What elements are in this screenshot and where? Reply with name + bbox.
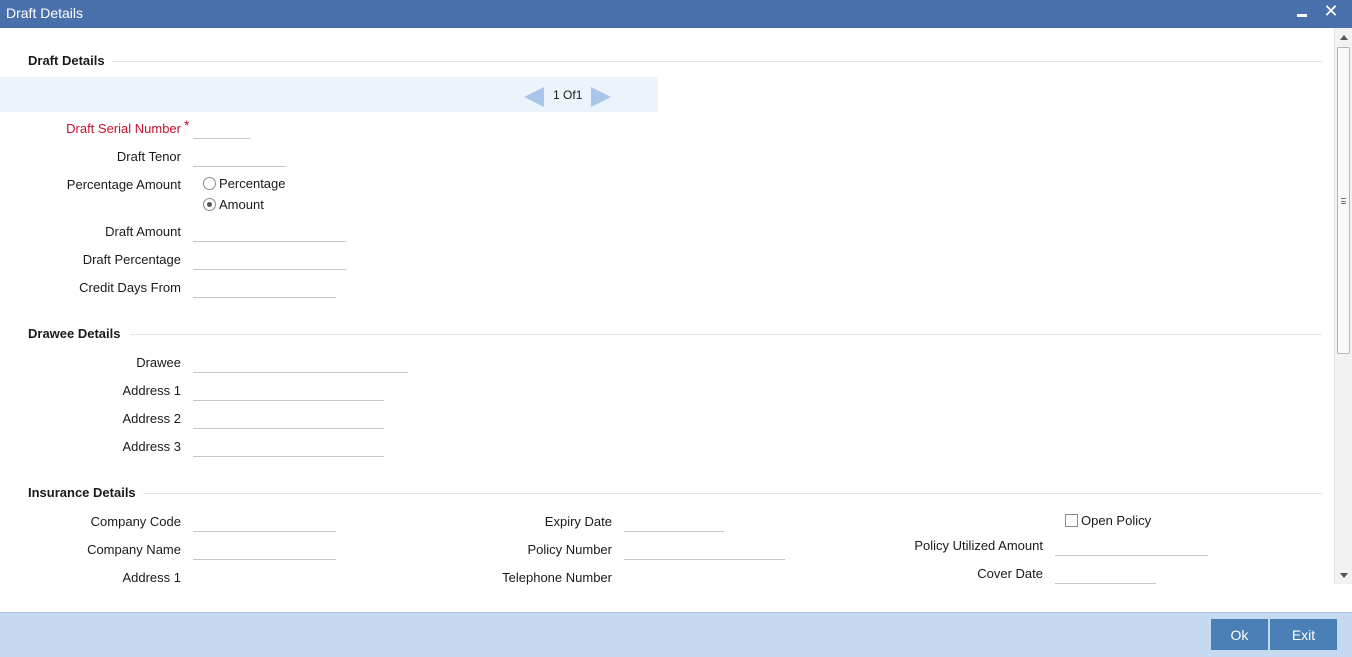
ok-button[interactable]: Ok	[1211, 619, 1268, 650]
draft-serial-number-label: Draft Serial Number	[66, 121, 181, 136]
policy-utilized-amount-label: Policy Utilized Amount	[914, 538, 1043, 553]
grip-icon	[1341, 198, 1346, 204]
cover-date-label: Cover Date	[977, 566, 1043, 581]
pager-of: Of	[563, 88, 576, 102]
expiry-date-input[interactable]	[624, 510, 724, 532]
credit-days-from-label: Credit Days From	[79, 280, 181, 295]
cover-date-input[interactable]	[1055, 562, 1156, 584]
radio-amount-label: Amount	[219, 197, 264, 212]
expiry-date-label: Expiry Date	[544, 514, 612, 529]
pager: 1 Of1	[0, 77, 658, 112]
pager-current: 1	[553, 88, 560, 102]
draft-percentage-input[interactable]	[193, 248, 346, 270]
window-title: Draft Details	[6, 5, 84, 21]
section-title-draft: Draft Details	[28, 53, 105, 68]
draft-amount-input[interactable]	[193, 220, 346, 242]
pager-total: 1	[575, 88, 583, 102]
drawee-address2-label: Address 2	[122, 411, 181, 426]
scroll-up-icon[interactable]	[1340, 35, 1348, 40]
policy-number-label: Policy Number	[527, 542, 612, 557]
drawee-address2-input[interactable]	[193, 407, 384, 429]
minimize-icon[interactable]	[1292, 2, 1312, 24]
open-policy-checkbox[interactable]: Open Policy	[1065, 513, 1151, 528]
section-divider	[130, 334, 1322, 335]
section-divider	[112, 61, 1322, 62]
telephone-number-label: Telephone Number	[502, 570, 612, 585]
drawee-address1-input[interactable]	[193, 379, 384, 401]
section-divider	[143, 493, 1322, 494]
scrollbar-thumb[interactable]	[1337, 47, 1350, 354]
insurance-address1-label: Address 1	[122, 570, 181, 585]
open-policy-label: Open Policy	[1081, 513, 1152, 528]
radio-amount[interactable]: Amount	[203, 197, 264, 212]
policy-utilized-amount-input[interactable]	[1055, 534, 1208, 556]
credit-days-from-input[interactable]	[193, 276, 336, 298]
form-content: Draft Details 1 Of1 Draft Serial Number …	[0, 28, 1334, 612]
company-code-label: Company Code	[90, 514, 181, 529]
drawee-address3-input[interactable]	[193, 435, 384, 457]
section-title-drawee: Drawee Details	[28, 326, 121, 341]
draft-serial-number-input[interactable]	[193, 117, 250, 139]
drawee-address3-label: Address 3	[122, 439, 181, 454]
radio-percentage-label: Percentage	[219, 176, 286, 191]
draft-amount-label: Draft Amount	[105, 224, 181, 239]
open-policy-checkbox-box[interactable]	[1065, 514, 1078, 527]
section-title-insurance: Insurance Details	[28, 485, 136, 500]
close-icon[interactable]: ✕	[1321, 2, 1341, 24]
title-bar: Draft Details ✕	[0, 0, 1352, 28]
draft-tenor-input[interactable]	[193, 145, 286, 167]
footer-bar: Ok Exit	[0, 612, 1352, 657]
drawee-label: Drawee	[136, 355, 181, 370]
company-name-input[interactable]	[193, 538, 336, 560]
required-marker: *	[184, 117, 190, 133]
drawee-input[interactable]	[193, 351, 408, 373]
next-record-icon[interactable]	[591, 87, 611, 107]
policy-number-input[interactable]	[624, 538, 785, 560]
drawee-address1-label: Address 1	[122, 383, 181, 398]
exit-button[interactable]: Exit	[1270, 619, 1337, 650]
radio-percentage[interactable]: Percentage	[203, 176, 286, 191]
vertical-scrollbar[interactable]	[1334, 28, 1352, 584]
pager-status: 1 Of1	[553, 88, 582, 102]
company-code-input[interactable]	[193, 510, 336, 532]
percentage-amount-label: Percentage Amount	[66, 177, 181, 192]
draft-tenor-label: Draft Tenor	[116, 149, 181, 164]
company-name-label: Company Name	[87, 542, 181, 557]
radio-amount-button[interactable]	[203, 198, 216, 211]
scroll-down-icon[interactable]	[1340, 573, 1348, 578]
previous-record-icon[interactable]	[524, 87, 544, 107]
draft-percentage-label: Draft Percentage	[82, 252, 181, 267]
radio-percentage-button[interactable]	[203, 177, 216, 190]
